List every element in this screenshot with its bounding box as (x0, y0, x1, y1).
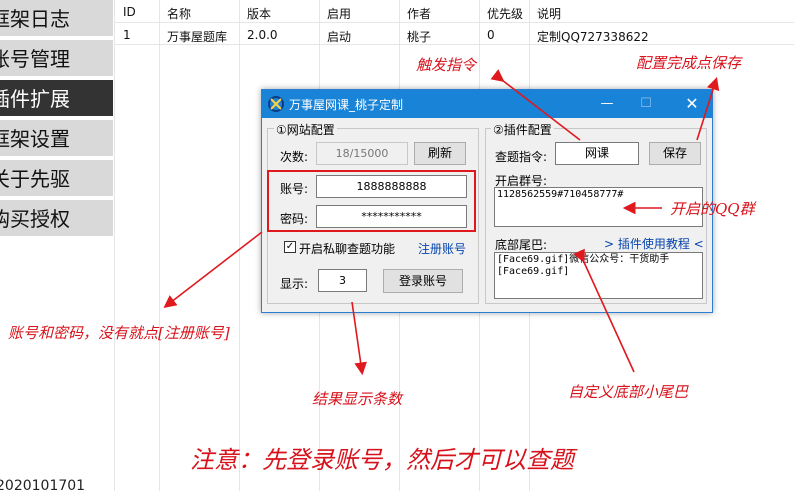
version-label: 2020101701 (0, 478, 86, 491)
close-icon[interactable]: ✕ (681, 93, 703, 115)
count-field: 18/15000 (316, 142, 408, 165)
annotation-trigger: 触发指令 (416, 56, 477, 74)
annotation-custom-tail: 自定义底部小尾巴 (568, 383, 689, 401)
site-config-group-title: ①网站配置 (274, 121, 337, 138)
app-logo-icon (268, 96, 284, 112)
plugin-config-group-title: ②插件配置 (491, 121, 554, 138)
table-cell[interactable]: 启动 (327, 28, 351, 45)
sidebar: 框架日志 账号管理 插件扩展 框架设置 关于先驱 购买授权 2020101701 (0, 0, 113, 491)
sidebar-item-accounts[interactable]: 账号管理 (0, 40, 113, 78)
annotation-qq-groups: 开启的QQ群 (670, 200, 755, 218)
annotation-account-hint: 账号和密码，没有就点[注册账号] (8, 324, 230, 342)
table-header-id[interactable]: ID (123, 5, 136, 19)
table-cell[interactable]: 0 (487, 28, 495, 42)
table-cell[interactable]: 2.0.0 (247, 28, 278, 42)
sidebar-item-about[interactable]: 关于先驱 (0, 160, 113, 198)
dialog-titlebar[interactable]: 万事屋网课_桃子定制 — ☐ ✕ (262, 90, 712, 118)
save-button[interactable]: 保存 (649, 142, 701, 165)
login-button[interactable]: 登录账号 (383, 269, 463, 293)
table-header-enabled[interactable]: 启用 (327, 5, 351, 22)
sidebar-item-purchase[interactable]: 购买授权 (0, 200, 113, 238)
table-header-name[interactable]: 名称 (167, 5, 191, 22)
table-header-version[interactable]: 版本 (247, 5, 271, 22)
display-count-field[interactable]: 3 (318, 269, 367, 292)
table-cell[interactable]: 桃子 (407, 28, 431, 45)
count-label: 次数: (280, 150, 309, 164)
sidebar-item-plugins[interactable]: 插件扩展 (0, 80, 113, 118)
query-command-field[interactable]: 网课 (555, 142, 639, 165)
dialog-title: 万事屋网课_桃子定制 (289, 98, 404, 112)
sidebar-item-log[interactable]: 框架日志 (0, 0, 113, 38)
table-header-author[interactable]: 作者 (407, 5, 431, 22)
sidebar-item-settings[interactable]: 框架设置 (0, 120, 113, 158)
query-command-label: 查题指令: (495, 150, 548, 164)
maximize-icon[interactable]: ☐ (635, 93, 657, 115)
minimize-icon[interactable]: — (596, 93, 618, 115)
tail-label: 底部尾巴: (495, 238, 548, 252)
tutorial-link[interactable]: > 插件使用教程 < (604, 235, 704, 252)
annotation-save: 配置完成点保存 (636, 54, 742, 72)
private-query-checkbox[interactable]: ✓ (284, 241, 296, 253)
table-cell[interactable]: 定制QQ727338622 (537, 28, 649, 45)
table-header-desc[interactable]: 说明 (537, 5, 561, 22)
account-highlight-box (267, 170, 476, 232)
table-cell[interactable]: 万事屋题库 (167, 28, 227, 45)
register-account-link[interactable]: 注册账号 (418, 240, 466, 257)
table-header-priority[interactable]: 优先级 (487, 5, 523, 22)
display-label: 显示: (280, 277, 309, 291)
annotation-notice: 注意：先登录账号，然后才可以查题 (190, 446, 574, 474)
tail-textarea[interactable]: [Face69.gif]微信公众号：干货助手 [Face69.gif] (494, 252, 703, 299)
annotation-display-count: 结果显示条数 (312, 390, 403, 408)
private-query-label: 开启私聊查题功能 (299, 242, 396, 256)
refresh-button[interactable]: 刷新 (414, 142, 466, 165)
table-cell[interactable]: 1 (123, 28, 131, 42)
